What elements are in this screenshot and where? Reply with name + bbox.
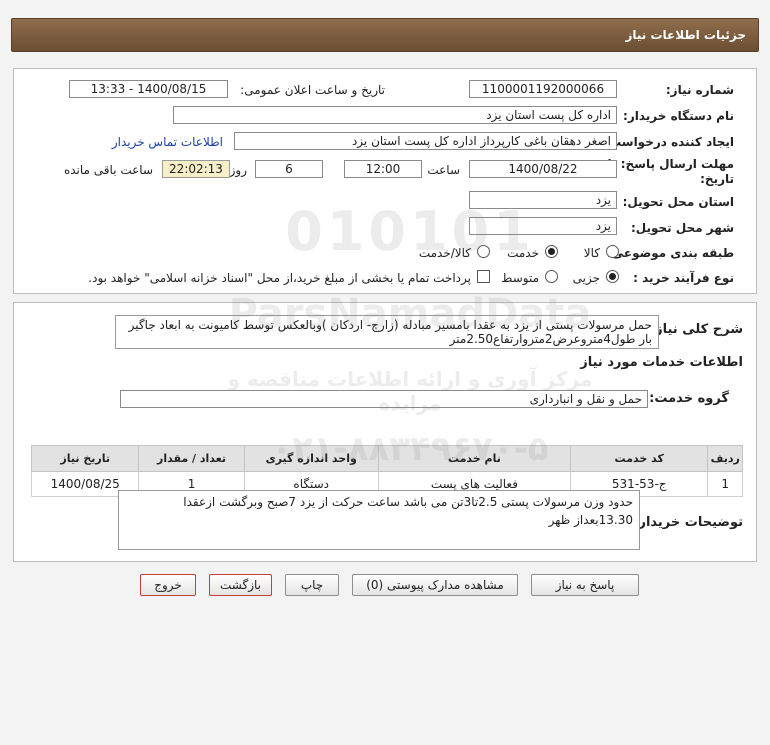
general-description-label: شرح کلی نیاز:: [649, 322, 743, 337]
service-group-field[interactable]: حمل و نقل و انبارداری: [120, 390, 648, 408]
category-goods-service-label: کالا/خدمت: [418, 246, 471, 260]
deadline-date-field[interactable]: 1400/08/22: [469, 160, 617, 178]
page-title: جزئیات اطلاعات نیاز: [11, 18, 759, 52]
province-label: استان محل تحویل:: [622, 195, 734, 209]
city-label: شهر محل تحویل:: [630, 221, 734, 235]
category-goods-label: کالا: [583, 246, 600, 260]
table-header-quantity: تعداد / مقدار: [138, 445, 245, 472]
need-number-field[interactable]: 1100001192000066: [469, 80, 617, 98]
announce-datetime-field[interactable]: 1400/08/15 - 13:33: [69, 80, 228, 98]
purchase-medium-label: متوسط: [501, 271, 539, 285]
purchase-minor-label: جزیی: [572, 271, 600, 285]
remaining-time-field[interactable]: 22:02:13: [162, 160, 230, 178]
exit-button[interactable]: خروج: [140, 574, 196, 596]
back-button[interactable]: بازگشت: [209, 574, 272, 596]
days-remaining-field[interactable]: 6: [255, 160, 323, 178]
category-service-radio[interactable]: [545, 245, 558, 258]
table-header-service-name: نام خدمت: [377, 445, 572, 472]
buyer-contact-link[interactable]: اطلاعات تماس خریدار: [112, 135, 223, 149]
buyer-notes-label: توضیحات خریدار:: [633, 515, 743, 530]
reply-to-need-button[interactable]: پاسخ به نیاز: [531, 574, 639, 596]
announce-label: تاریخ و ساعت اعلان عمومی:: [240, 83, 385, 97]
table-header-row-number: ردیف: [707, 445, 743, 472]
need-number-label: شماره نیاز:: [665, 83, 734, 97]
deadline-time-field[interactable]: 12:00: [344, 160, 422, 178]
need-details-panel: شماره نیاز: 1100001192000066 تاریخ و ساع…: [13, 68, 757, 294]
purchase-medium-radio[interactable]: [545, 270, 558, 283]
treasury-payment-checkbox[interactable]: [477, 270, 490, 283]
service-group-label: گروه خدمت:: [649, 391, 729, 406]
buyer-label: نام دستگاه خریدار:: [623, 109, 734, 123]
category-goods-service-radio[interactable]: [477, 245, 490, 258]
deadline-date-label: تاریخ:: [700, 172, 734, 186]
table-header-service-code: کد خدمت: [569, 445, 709, 472]
province-field[interactable]: یزد: [469, 191, 617, 209]
table-header-unit: واحد اندازه گیری: [243, 445, 379, 472]
table-header-need-date: تاریخ نیاز: [30, 445, 140, 472]
category-label: طبقه بندی موضوعی:: [606, 246, 734, 260]
purchase-type-label: نوع فرآیند خرید :: [633, 271, 734, 285]
print-button[interactable]: چاپ: [285, 574, 339, 596]
view-attachments-button[interactable]: مشاهده مدارک پیوستی (0): [352, 574, 518, 596]
general-description-box[interactable]: حمل مرسولات پستی از یزد به عقدا بامسیر م…: [115, 315, 659, 349]
treasury-payment-note: پرداخت تمام یا بخشی از مبلغ خرید،از محل …: [88, 271, 471, 285]
general-info-panel: شرح کلی نیاز: حمل مرسولات پستی از یزد به…: [13, 302, 757, 562]
category-goods-radio[interactable]: [606, 245, 619, 258]
city-field[interactable]: یزد: [469, 217, 617, 235]
category-service-label: خدمت: [507, 246, 539, 260]
creator-label: ایجاد کننده درخواست:: [604, 135, 734, 149]
purchase-minor-radio[interactable]: [606, 270, 619, 283]
creator-field[interactable]: اصغر دهقان باغی کارپرداز اداره کل پست اس…: [234, 132, 617, 150]
table-cell-row-number: 1: [707, 471, 743, 497]
deadline-time-label: ساعت: [427, 163, 460, 177]
buyer-notes-box[interactable]: حدود وزن مرسولات پستی 2.5تا3تن می باشد س…: [118, 490, 640, 550]
buyer-field[interactable]: اداره کل پست استان یزد: [173, 106, 617, 124]
remaining-time-label: ساعت باقی مانده: [63, 163, 153, 177]
deadline-label: مهلت ارسال پاسخ: تا: [607, 157, 735, 171]
services-section-title: اطلاعات خدمات مورد نیاز: [580, 355, 743, 370]
